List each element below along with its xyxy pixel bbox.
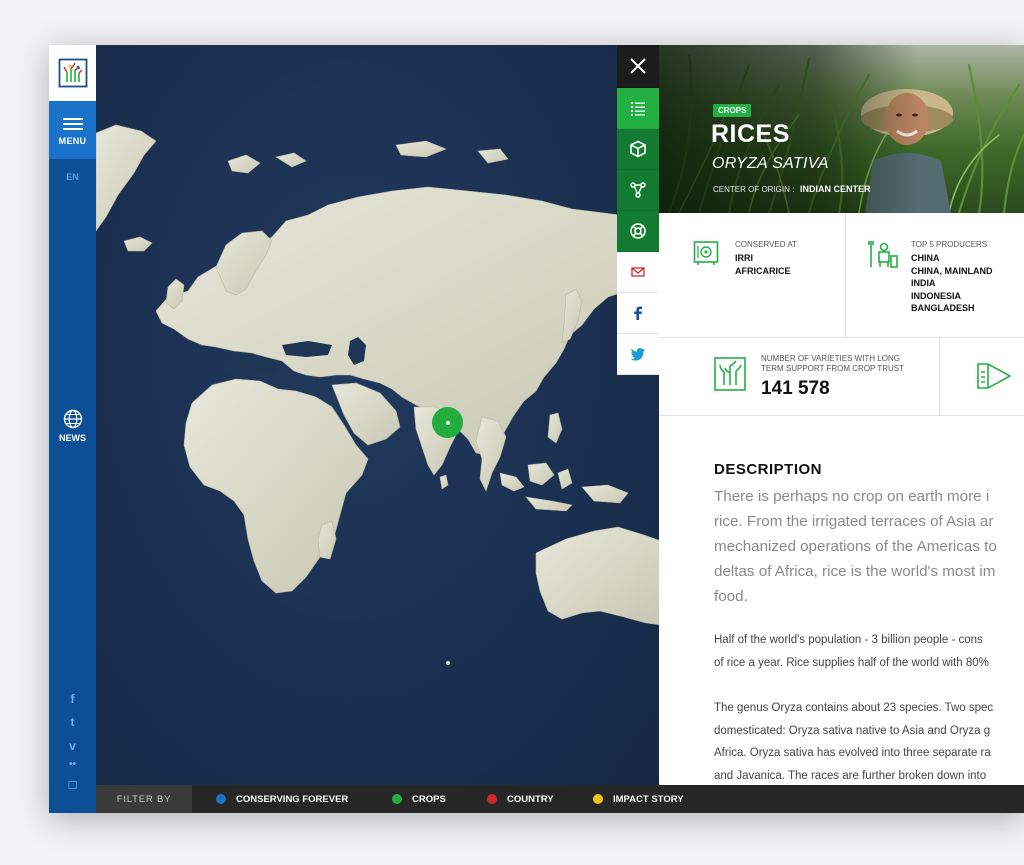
filter-item-label: COUNTRY — [507, 793, 554, 805]
share-twitter-button[interactable] — [617, 334, 659, 375]
conserved-at-values: IRRI AFRICARICE — [735, 253, 791, 276]
menu-label: MENU — [58, 135, 87, 146]
description-lead: There is perhaps no crop on earth more i… — [714, 488, 997, 605]
description-heading: DESCRIPTION — [714, 461, 823, 478]
network-view-button[interactable] — [617, 170, 659, 211]
news-button[interactable]: NEWS — [49, 409, 96, 443]
filter-item-label: CONSERVING FOREVER — [236, 793, 349, 805]
top-producers-values: CHINA CHINA, MAINLAND INDIA INDONESIA BA… — [911, 253, 993, 313]
seedling-icon — [714, 357, 746, 391]
crop-trust-logo-icon — [58, 58, 87, 88]
landmass-layer — [96, 124, 661, 665]
app-window: MENU EN NEWS f t v •• ☐ CROPS RICES ORYZ… — [49, 45, 1024, 813]
filter-dot-icon — [487, 794, 497, 804]
top-producers-card: TOP 5 PRODUCERS CHINA CHINA, MAINLAND IN… — [846, 213, 1024, 338]
filter-item-label: IMPACT STORY — [613, 793, 684, 805]
filter-by-label: FILTER BY — [96, 785, 192, 813]
varieties-count: 141 578 — [761, 378, 830, 399]
description-paragraph-1: Half of the world's population - 3 billi… — [714, 634, 989, 669]
filter-conserving-forever[interactable]: CONSERVING FOREVER — [216, 785, 348, 813]
list-icon — [631, 102, 645, 116]
logo[interactable] — [49, 45, 96, 101]
crop-hero-image: CROPS RICES ORYZA SATIVA CENTER OF ORIGI… — [659, 45, 1024, 213]
network-icon — [630, 182, 646, 198]
language-selector[interactable]: EN — [49, 172, 96, 182]
filter-impact-story[interactable]: IMPACT STORY — [593, 785, 684, 813]
description-paragraph-2: The genus Oryza contains about 23 specie… — [714, 702, 994, 782]
cube-icon — [630, 140, 646, 158]
filter-dot-icon — [392, 794, 402, 804]
close-button[interactable] — [617, 45, 659, 88]
crop-title: RICES — [711, 120, 790, 148]
filter-bar: FILTER BY CONSERVING FOREVER CROPS COUNT… — [96, 785, 1024, 813]
crop-latin-name: ORYZA SATIVA — [712, 155, 829, 172]
conserved-at-label: CONSERVED AT — [735, 240, 797, 249]
lifebuoy-icon — [630, 223, 646, 239]
conserved-at-card: CONSERVED AT IRRI AFRICARICE — [659, 213, 846, 338]
share-facebook-button[interactable] — [617, 293, 659, 334]
vault-icon — [693, 241, 719, 265]
twitter-icon — [630, 348, 645, 361]
varieties-card: NUMBER OF VARIETIES WITH LONG TERM SUPPO… — [659, 338, 940, 416]
next-stat-card — [940, 338, 1024, 416]
support-button[interactable] — [617, 211, 659, 252]
menu-button[interactable]: MENU — [49, 101, 96, 159]
sidebar-facebook-icon[interactable]: f — [49, 692, 96, 706]
sidebar-twitter-icon[interactable]: t — [49, 715, 96, 729]
filter-dot-icon — [593, 794, 603, 804]
center-of-origin-label: CENTER OF ORIGIN : — [713, 185, 795, 194]
list-view-button[interactable] — [617, 88, 659, 129]
sidebar: MENU EN NEWS f t v •• ☐ — [49, 45, 96, 813]
crop-detail-panel: CROPS RICES ORYZA SATIVA CENTER OF ORIGI… — [659, 45, 1024, 785]
marker-dot-icon — [445, 420, 450, 425]
detail-toolbar — [617, 45, 659, 375]
farmer-icon — [868, 241, 898, 268]
filter-dot-icon — [216, 794, 226, 804]
close-icon — [630, 58, 646, 74]
share-email-button[interactable] — [617, 252, 659, 293]
crop-category-badge[interactable]: CROPS — [713, 104, 752, 117]
world-map[interactable] — [96, 45, 661, 785]
3d-view-button[interactable] — [617, 129, 659, 170]
seed-packet-icon — [977, 363, 1012, 389]
filter-country[interactable]: COUNTRY — [487, 785, 554, 813]
sidebar-flickr-icon[interactable]: •• — [49, 759, 96, 770]
crop-origin-marker[interactable] — [432, 407, 463, 438]
top-producers-label: TOP 5 PRODUCERS — [911, 240, 988, 249]
facebook-icon — [634, 306, 642, 320]
mail-icon — [631, 267, 645, 277]
varieties-label: NUMBER OF VARIETIES WITH LONG TERM SUPPO… — [761, 354, 904, 373]
center-of-origin-value: INDIAN CENTER — [800, 184, 871, 194]
filter-crops[interactable]: CROPS — [392, 785, 446, 813]
globe-icon — [63, 409, 82, 429]
filter-item-label: CROPS — [412, 793, 446, 805]
sidebar-store-icon[interactable]: ☐ — [49, 779, 96, 792]
news-label: NEWS — [59, 433, 86, 443]
hamburger-icon — [62, 115, 83, 133]
sidebar-vimeo-icon[interactable]: v — [49, 739, 96, 753]
